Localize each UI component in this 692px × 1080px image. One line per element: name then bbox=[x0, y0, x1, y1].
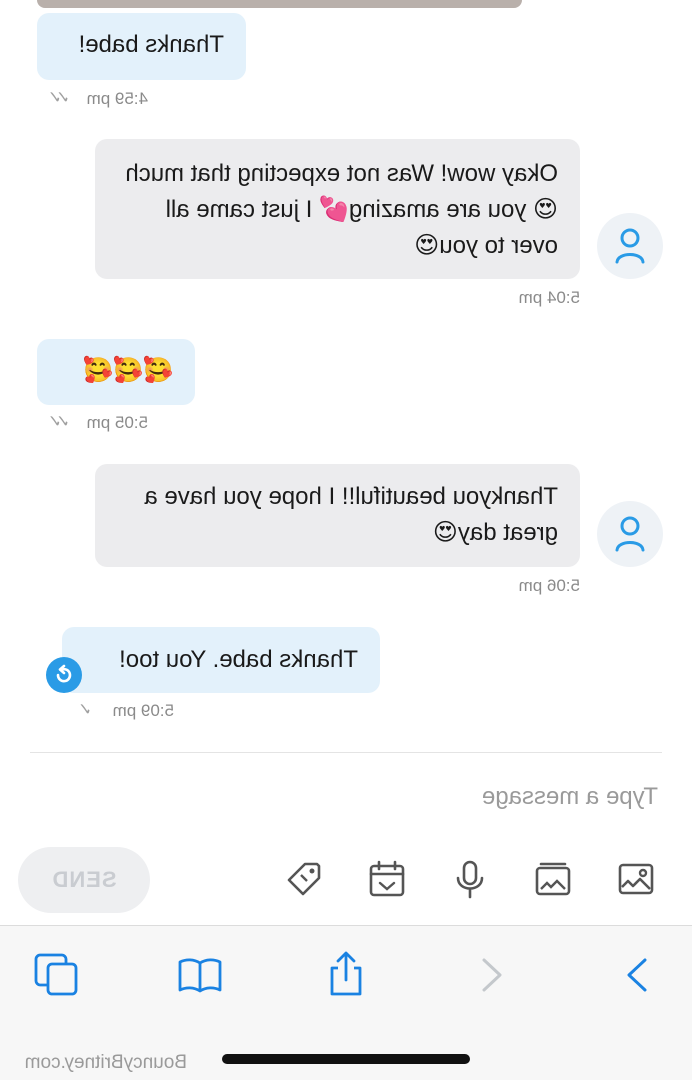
image-icon[interactable] bbox=[615, 858, 657, 900]
send-button[interactable]: SEND bbox=[18, 847, 150, 913]
microphone-icon[interactable] bbox=[449, 858, 491, 900]
bookmarks-icon[interactable] bbox=[176, 950, 224, 1000]
message-time: 5:04 pm bbox=[518, 288, 580, 307]
read-receipt-icon: ✓✓ bbox=[53, 88, 71, 107]
message-time: 5:05 pm bbox=[86, 413, 148, 432]
message-time: 4:59 pm bbox=[86, 89, 148, 108]
photo-message-edge[interactable] bbox=[37, 0, 522, 8]
share-icon[interactable] bbox=[322, 950, 370, 1000]
message-text: 🥰🥰🥰 bbox=[83, 357, 173, 384]
message-text: Okay wow! Was not expecting that much😍 y… bbox=[125, 160, 558, 259]
avatar[interactable] bbox=[597, 213, 663, 279]
calendar-icon[interactable] bbox=[366, 858, 408, 900]
message-bubble-incoming[interactable]: Thankyou beautiful!! I hope you have a g… bbox=[95, 464, 580, 567]
message-text: Thanks babe! bbox=[78, 31, 224, 58]
mirrored-screen: Thanks babe! 4:59 pm ✓✓ Okay wow! Was no… bbox=[0, 0, 692, 1080]
tag-icon[interactable] bbox=[283, 858, 325, 900]
sent-receipt-icon: ✓ bbox=[83, 700, 92, 719]
message-input[interactable]: Type a message bbox=[482, 783, 658, 811]
divider bbox=[30, 752, 662, 753]
home-indicator bbox=[222, 1054, 470, 1064]
message-time: 5:09 pm bbox=[112, 701, 174, 720]
message-bubble-outgoing[interactable]: Thanks babe! bbox=[37, 13, 246, 80]
retry-icon[interactable] bbox=[46, 657, 82, 693]
message-bubble-outgoing[interactable]: Thanks babe. You too! bbox=[62, 627, 380, 693]
gallery-icon[interactable] bbox=[532, 858, 574, 900]
forward-icon[interactable] bbox=[611, 950, 659, 1000]
back-icon[interactable] bbox=[466, 950, 514, 1000]
read-receipt-icon: ✓✓ bbox=[53, 412, 71, 431]
user-icon bbox=[615, 516, 645, 552]
tabs-icon[interactable] bbox=[32, 950, 80, 1000]
message-time: 5:06 pm bbox=[518, 576, 580, 595]
avatar[interactable] bbox=[597, 501, 663, 567]
message-bubble-incoming[interactable]: Okay wow! Was not expecting that much😍 y… bbox=[95, 139, 580, 279]
watermark: BouncyBritney.com bbox=[24, 1052, 187, 1073]
message-bubble-outgoing[interactable]: 🥰🥰🥰 bbox=[37, 339, 195, 405]
user-icon bbox=[615, 228, 645, 264]
message-text: Thankyou beautiful!! I hope you have a g… bbox=[144, 483, 558, 546]
message-text: Thanks babe. You too! bbox=[119, 646, 358, 673]
send-label: SEND bbox=[51, 867, 117, 892]
